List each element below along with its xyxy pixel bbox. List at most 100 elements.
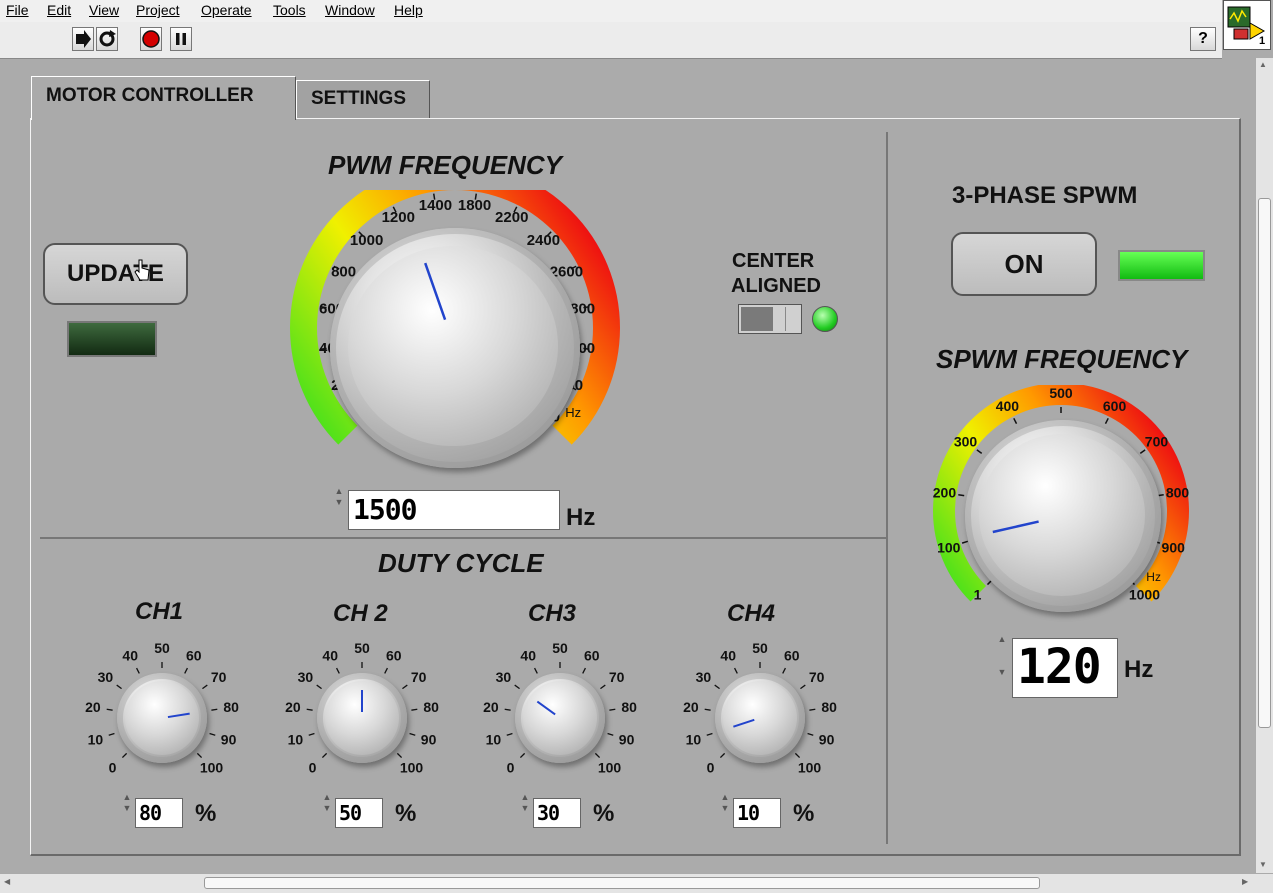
scroll-down-icon[interactable]: ▼ — [1259, 860, 1267, 869]
duty-value[interactable]: 30 — [533, 798, 581, 828]
spwm-tick-label: 100 — [937, 539, 961, 555]
horizontal-scroll-thumb[interactable] — [204, 877, 1040, 889]
pwm-frequency-value[interactable]: 1500 — [348, 490, 560, 530]
duty-tick-label: 90 — [819, 732, 835, 748]
menu-operate[interactable]: Operate — [201, 2, 252, 18]
duty-tick-label: 80 — [223, 699, 239, 715]
duty-tick-label: 0 — [109, 759, 117, 775]
tab-motor-controller[interactable]: MOTOR CONTROLLER — [31, 76, 296, 120]
spwm-on-button[interactable]: ON — [951, 232, 1097, 296]
spwm-tick-label: 400 — [996, 398, 1020, 414]
duty-knob-needle — [536, 700, 556, 716]
menu-file[interactable]: File — [6, 2, 29, 18]
spwm-title: 3-PHASE SPWM — [952, 182, 1138, 209]
vi-icon: 1 — [1223, 0, 1271, 50]
duty-tick-label: 20 — [483, 699, 499, 715]
pwm-tick-label: 2200 — [495, 209, 528, 226]
duty-tick — [607, 732, 614, 736]
duty-tick-label: 70 — [609, 669, 625, 685]
duty-tick-label: 60 — [386, 648, 402, 664]
spwm-tick-label: 200 — [933, 484, 957, 500]
vertical-divider — [886, 132, 888, 844]
duty-spin-buttons[interactable]: ▲ ▼ — [519, 792, 531, 814]
run-button[interactable] — [72, 27, 94, 51]
pwm-frequency-knob[interactable] — [330, 228, 580, 468]
vertical-scroll-thumb[interactable] — [1258, 198, 1271, 728]
duty-percent-unit: % — [793, 800, 815, 827]
help-question-icon: ? — [1198, 30, 1208, 47]
duty-tick-label: 60 — [186, 648, 202, 664]
duty-value[interactable]: 10 — [733, 798, 781, 828]
duty-tick — [807, 732, 814, 736]
menu-edit[interactable]: Edit — [47, 2, 71, 18]
duty-knob[interactable] — [317, 673, 407, 763]
duty-tick-label: 40 — [122, 648, 138, 664]
duty-tick-label: 30 — [298, 669, 314, 685]
menu-view[interactable]: View — [89, 2, 119, 18]
duty-knob[interactable] — [715, 673, 805, 763]
vertical-scrollbar[interactable]: ▲ ▼ — [1255, 58, 1273, 873]
spwm-tick-label: 500 — [1049, 385, 1073, 401]
duty-tick-label: 50 — [552, 640, 568, 656]
duty-knob[interactable] — [515, 673, 605, 763]
spwm-frequency-knob[interactable] — [965, 420, 1161, 612]
pause-button[interactable] — [170, 27, 192, 51]
duty-tick-label: 20 — [85, 699, 101, 715]
duty-channel-title: CH3 — [528, 600, 577, 627]
duty-tick-label: 10 — [686, 732, 702, 748]
duty-tick-label: 70 — [809, 669, 825, 685]
duty-tick-label: 40 — [720, 648, 736, 664]
abort-button[interactable] — [140, 27, 162, 51]
duty-tick — [209, 732, 216, 736]
spwm-spin-buttons[interactable]: ▲ ▼ — [996, 634, 1008, 678]
duty-tick-label: 20 — [285, 699, 301, 715]
abort-stop-icon — [142, 30, 160, 48]
tab-settings[interactable]: SETTINGS — [296, 80, 430, 118]
duty-tick-label: 90 — [421, 732, 437, 748]
duty-tick — [306, 708, 313, 711]
menu-project[interactable]: Project — [136, 2, 180, 18]
duty-value[interactable]: 50 — [335, 798, 383, 828]
duty-knob-needle — [167, 712, 190, 719]
spwm-frequency-value[interactable]: 120 — [1012, 638, 1118, 698]
duty-tick-label: 50 — [752, 640, 768, 656]
pwm-frequency-title: PWM FREQUENCY — [328, 150, 562, 180]
duty-channel-title: CH4 — [727, 600, 776, 627]
duty-tick — [506, 732, 513, 736]
duty-tick-label: 90 — [619, 732, 635, 748]
spwm-led — [1118, 250, 1205, 281]
context-help-button[interactable]: ? — [1190, 27, 1216, 51]
duty-spin-buttons[interactable]: ▲ ▼ — [321, 792, 333, 814]
duty-channel-title: CH 2 — [333, 600, 388, 627]
duty-spin-buttons[interactable]: ▲ ▼ — [719, 792, 731, 814]
menu-window[interactable]: Window — [325, 2, 375, 18]
duty-tick-label: 10 — [88, 732, 104, 748]
run-continuously-button[interactable] — [96, 27, 118, 51]
run-continuously-icon — [99, 30, 116, 47]
duty-tick — [609, 708, 616, 711]
duty-knob[interactable] — [117, 673, 207, 763]
vi-number: 1 — [1259, 35, 1266, 47]
duty-tick — [211, 708, 218, 711]
spwm-tick-label: 600 — [1103, 398, 1127, 414]
duty-tick — [704, 708, 711, 711]
duty-tick — [706, 732, 713, 736]
duty-tick-label: 30 — [98, 669, 114, 685]
duty-value[interactable]: 80 — [135, 798, 183, 828]
duty-tick-label: 80 — [621, 699, 637, 715]
horizontal-scrollbar[interactable]: ◀ ▶ — [0, 873, 1273, 893]
duty-spin-buttons[interactable]: ▲ ▼ — [121, 792, 133, 814]
scroll-left-icon[interactable]: ◀ — [4, 877, 10, 886]
scroll-right-icon[interactable]: ▶ — [1242, 877, 1248, 886]
duty-tick — [106, 708, 113, 711]
pwm-spin-buttons[interactable]: ▲ ▼ — [333, 486, 345, 508]
duty-tick-label: 40 — [322, 648, 338, 664]
update-button[interactable]: UPDATE — [43, 243, 188, 305]
menu-tools[interactable]: Tools — [273, 2, 306, 18]
mouse-pointer-icon — [134, 259, 150, 281]
center-aligned-switch[interactable] — [738, 304, 802, 334]
menu-help[interactable]: Help — [394, 2, 423, 18]
scroll-up-icon[interactable]: ▲ — [1259, 60, 1267, 69]
pwm-tick-label: 1800 — [458, 197, 491, 214]
spwm-tick — [958, 493, 965, 497]
